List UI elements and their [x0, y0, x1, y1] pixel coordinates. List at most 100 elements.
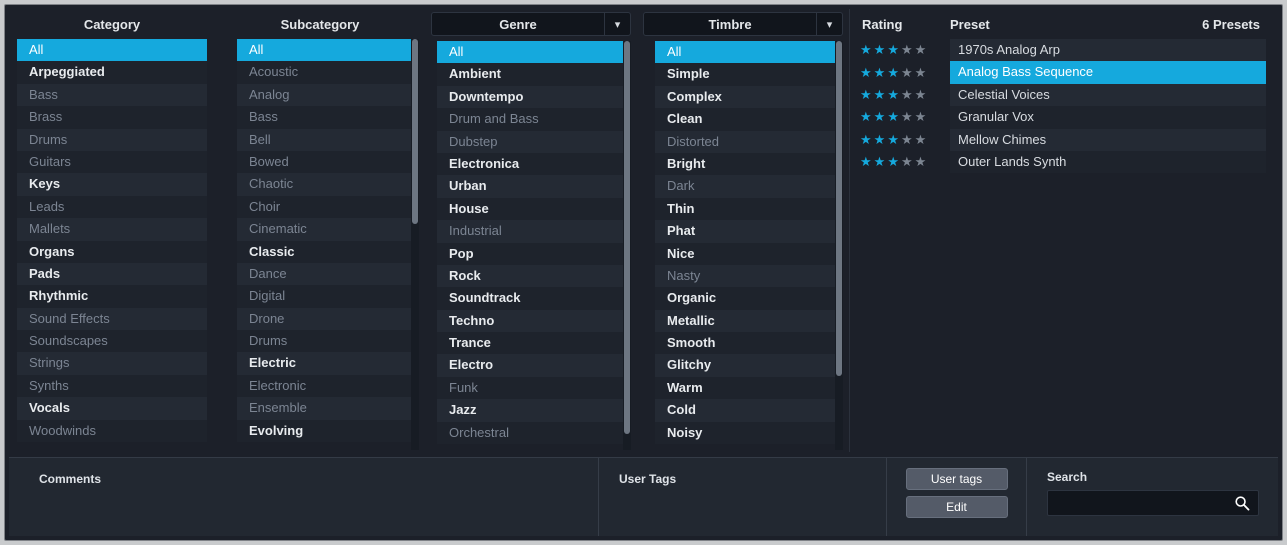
list-item[interactable]: Drum and Bass — [437, 108, 623, 131]
list-item[interactable]: Funk — [437, 376, 623, 400]
edit-button[interactable]: Edit — [905, 496, 1008, 518]
list-item[interactable]: Choir — [237, 195, 411, 219]
star-icon[interactable]: ★ — [887, 87, 901, 102]
star-icon[interactable]: ★ — [860, 109, 874, 124]
list-item[interactable]: Clean — [655, 108, 835, 131]
list-item[interactable]: Pop — [437, 242, 623, 265]
list-item[interactable]: Soundtrack — [437, 287, 623, 310]
list-item[interactable]: Synths — [17, 374, 207, 398]
list-item[interactable]: Organic — [655, 287, 835, 310]
genre-dropdown[interactable]: Genre ▾ — [431, 12, 631, 36]
star-icon[interactable]: ★ — [901, 109, 915, 124]
genre-scrollbar[interactable] — [623, 41, 631, 450]
star-icon[interactable]: ★ — [901, 87, 915, 102]
list-item[interactable]: Acoustic — [237, 61, 411, 84]
star-icon[interactable]: ★ — [887, 65, 901, 80]
star-rating[interactable]: ★★★★★ — [850, 87, 950, 103]
list-item[interactable]: Nasty — [655, 264, 835, 288]
list-item[interactable]: Digital — [237, 285, 411, 308]
genre-scrollbar-thumb[interactable] — [624, 41, 630, 434]
star-icon[interactable]: ★ — [901, 154, 915, 169]
list-item[interactable]: Smooth — [655, 332, 835, 355]
star-rating[interactable]: ★★★★★ — [850, 109, 950, 125]
timbre-list[interactable]: All Simple Complex Clean Distorted Bright Dark… — [655, 41, 835, 452]
list-item[interactable]: Urban — [437, 175, 623, 198]
list-item[interactable]: Bass — [17, 83, 207, 107]
list-item[interactable]: Organs — [17, 240, 207, 263]
preset-row[interactable]: ★★★★★ Mellow Chimes — [850, 128, 1280, 151]
list-item[interactable]: Ambient — [437, 63, 623, 86]
star-icon[interactable]: ★ — [887, 132, 901, 147]
star-icon[interactable]: ★ — [915, 109, 929, 124]
timbre-dropdown[interactable]: Timbre ▾ — [643, 12, 843, 36]
user-tags-button[interactable]: User tags — [905, 468, 1008, 490]
list-item[interactable]: Cinematic — [237, 218, 411, 241]
list-item[interactable]: Rhythmic — [17, 285, 207, 308]
list-item[interactable]: Rock — [437, 264, 623, 288]
list-item[interactable]: Noisy — [655, 421, 835, 445]
star-icon[interactable]: ★ — [887, 154, 901, 169]
preset-row[interactable]: ★★★★★ 1970s Analog Arp — [850, 39, 1280, 62]
star-icon[interactable]: ★ — [901, 65, 915, 80]
preset-name[interactable]: Analog Bass Sequence — [950, 61, 1266, 84]
list-item[interactable]: Woodwinds — [17, 419, 207, 443]
star-icon[interactable]: ★ — [874, 87, 888, 102]
timbre-scrollbar[interactable] — [835, 41, 843, 450]
star-rating[interactable]: ★★★★★ — [850, 154, 950, 170]
list-item[interactable]: Warm — [655, 376, 835, 400]
star-icon[interactable]: ★ — [860, 132, 874, 147]
timbre-scrollbar-thumb[interactable] — [836, 41, 842, 377]
list-item[interactable]: Pads — [17, 262, 207, 286]
list-item[interactable]: Ensemble — [237, 397, 411, 420]
preset-name[interactable]: Mellow Chimes — [950, 128, 1266, 151]
star-icon[interactable]: ★ — [874, 65, 888, 80]
list-item[interactable]: Leads — [17, 195, 207, 219]
star-icon[interactable]: ★ — [915, 87, 929, 102]
star-icon[interactable]: ★ — [874, 132, 888, 147]
subcategory-list[interactable]: All Acoustic Analog Bass Bell Bowed Chaotic Cho… — [237, 39, 411, 452]
list-item[interactable]: Phat — [655, 220, 835, 243]
preset-list[interactable]: ★★★★★ 1970s Analog Arp ★★★★★ Analog Bass Se… — [850, 39, 1280, 452]
star-icon[interactable]: ★ — [901, 42, 915, 57]
list-item[interactable]: Dubstep — [437, 130, 623, 153]
chevron-down-icon[interactable]: ▾ — [604, 13, 630, 35]
list-item[interactable]: Dark — [655, 175, 835, 198]
star-icon[interactable]: ★ — [915, 65, 929, 80]
list-item[interactable]: All — [17, 39, 207, 62]
preset-row[interactable]: ★★★★★ Outer Lands Synth — [850, 150, 1280, 174]
subcategory-scrollbar-thumb[interactable] — [412, 39, 418, 224]
list-item[interactable]: House — [437, 197, 623, 221]
list-item[interactable]: Distorted — [655, 130, 835, 153]
list-item[interactable]: Simple — [655, 63, 835, 86]
list-item[interactable]: Arpeggiated — [17, 61, 207, 84]
list-item[interactable]: Bright — [655, 152, 835, 176]
star-icon[interactable]: ★ — [915, 132, 929, 147]
star-rating[interactable]: ★★★★★ — [850, 42, 950, 58]
star-icon[interactable]: ★ — [860, 154, 874, 169]
list-item[interactable]: Orchestral — [437, 421, 623, 445]
preset-row[interactable]: ★★★★★ Analog Bass Sequence — [850, 61, 1280, 84]
preset-row[interactable]: ★★★★★ Granular Vox — [850, 106, 1280, 129]
search-input[interactable] — [1048, 496, 1234, 510]
list-item[interactable]: Downtempo — [437, 85, 623, 109]
list-item[interactable]: All — [437, 41, 623, 64]
search-box[interactable] — [1047, 490, 1259, 516]
list-item[interactable]: Thin — [655, 197, 835, 221]
list-item[interactable]: Brass — [17, 106, 207, 129]
preset-name[interactable]: Granular Vox — [950, 106, 1266, 129]
list-item[interactable]: Bowed — [237, 150, 411, 174]
list-item[interactable]: Glitchy — [655, 354, 835, 377]
star-rating[interactable]: ★★★★★ — [850, 132, 950, 148]
star-icon[interactable]: ★ — [874, 154, 888, 169]
list-item[interactable]: Keys — [17, 173, 207, 196]
list-item[interactable]: Strings — [17, 352, 207, 375]
list-item[interactable]: Trance — [437, 332, 623, 355]
subcategory-scrollbar[interactable] — [411, 39, 419, 450]
list-item[interactable]: All — [237, 39, 411, 62]
star-icon[interactable]: ★ — [887, 42, 901, 57]
list-item[interactable]: Chaotic — [237, 173, 411, 196]
list-item[interactable]: Dance — [237, 262, 411, 286]
star-icon[interactable]: ★ — [887, 109, 901, 124]
list-item[interactable]: Drums — [237, 330, 411, 353]
list-item[interactable]: Vocals — [17, 397, 207, 420]
